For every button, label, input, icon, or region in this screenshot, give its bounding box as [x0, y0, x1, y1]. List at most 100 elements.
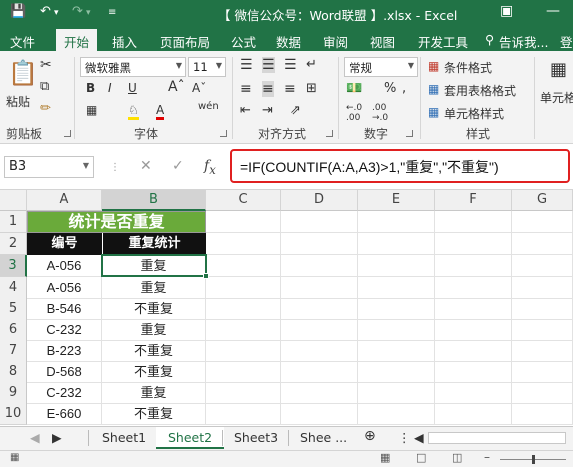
row-header[interactable]: 8: [0, 361, 27, 383]
paste-icon[interactable]: 📋: [8, 59, 38, 87]
table-cell[interactable]: [206, 277, 281, 299]
phonetic-icon[interactable]: wén: [198, 101, 219, 112]
table-cell[interactable]: [206, 403, 281, 425]
table-cell[interactable]: [206, 255, 281, 277]
table-cell[interactable]: [435, 382, 512, 404]
number-launcher-icon[interactable]: [406, 130, 413, 137]
shrink-font-icon[interactable]: Aˇ: [192, 81, 206, 95]
table-cell[interactable]: 重复: [102, 277, 206, 299]
column-header-b[interactable]: B: [102, 190, 206, 211]
header-cell-id[interactable]: 编号: [27, 233, 102, 255]
table-cell[interactable]: [206, 211, 281, 233]
zoom-out-icon[interactable]: –: [484, 450, 490, 464]
row-header[interactable]: 3: [0, 255, 27, 277]
undo-icon[interactable]: ↶: [40, 4, 51, 19]
table-cell[interactable]: [358, 403, 435, 425]
fill-color-icon[interactable]: ♘: [128, 103, 139, 120]
header-cell-duplicate[interactable]: 重复统计: [102, 233, 206, 255]
tab-file[interactable]: 文件: [10, 32, 35, 51]
name-box[interactable]: B3 ▼: [4, 156, 94, 178]
row-header[interactable]: 9: [0, 382, 27, 404]
table-cell[interactable]: [281, 340, 358, 362]
cell-styles-button[interactable]: 单元格样式: [444, 105, 504, 122]
align-center-icon[interactable]: ≡: [262, 81, 274, 97]
table-cell[interactable]: [358, 255, 435, 277]
merge-center-icon[interactable]: ⊞: [306, 81, 317, 96]
table-cell[interactable]: [435, 277, 512, 299]
table-cell[interactable]: [358, 233, 435, 255]
table-cell[interactable]: [281, 403, 358, 425]
table-cell[interactable]: [435, 298, 512, 320]
copy-icon[interactable]: ⧉: [40, 79, 49, 94]
table-cell[interactable]: [281, 211, 358, 233]
table-cell[interactable]: C-232: [27, 319, 102, 341]
table-title-cell[interactable]: 统计是否重复: [27, 211, 206, 233]
ribbon-display-icon[interactable]: ▣: [500, 3, 513, 19]
table-cell[interactable]: 重复: [102, 319, 206, 341]
tab-home[interactable]: 开始: [56, 29, 98, 51]
top-align-icon[interactable]: ☰: [240, 57, 253, 73]
table-cell[interactable]: [281, 298, 358, 320]
table-cell[interactable]: [281, 382, 358, 404]
format-as-table-button[interactable]: 套用表格格式: [444, 82, 516, 99]
font-launcher-icon[interactable]: [220, 130, 227, 137]
italic-icon[interactable]: I: [108, 81, 112, 95]
table-cell[interactable]: 不重复: [102, 340, 206, 362]
table-cell[interactable]: [435, 319, 512, 341]
table-cell[interactable]: [358, 211, 435, 233]
insert-function-icon[interactable]: fx: [204, 158, 216, 177]
cut-icon[interactable]: ✂: [40, 57, 52, 73]
column-header-g[interactable]: G: [512, 190, 573, 211]
formula-bar-handle-icon[interactable]: ⋮: [110, 162, 120, 173]
table-cell[interactable]: A-056: [27, 277, 102, 299]
font-size-combo[interactable]: 11 ▼: [188, 57, 226, 77]
table-cell[interactable]: D-568: [27, 361, 102, 383]
table-cell[interactable]: [512, 403, 573, 425]
row-header[interactable]: 2: [0, 233, 27, 255]
row-header[interactable]: 1: [0, 211, 27, 233]
save-icon[interactable]: 💾: [10, 4, 26, 19]
cells-label[interactable]: 单元格: [540, 89, 573, 106]
table-cell[interactable]: [435, 255, 512, 277]
table-cell[interactable]: [358, 340, 435, 362]
table-cell[interactable]: [435, 340, 512, 362]
table-cell[interactable]: E-660: [27, 403, 102, 425]
table-cell[interactable]: [435, 233, 512, 255]
table-cell[interactable]: 不重复: [102, 298, 206, 320]
sign-in-link[interactable]: 登: [560, 32, 573, 51]
table-cell[interactable]: [512, 319, 573, 341]
borders-icon[interactable]: ▦: [86, 103, 97, 117]
table-cell[interactable]: [358, 361, 435, 383]
page-layout-view-icon[interactable]: □: [416, 451, 426, 464]
bold-icon[interactable]: B: [86, 81, 95, 95]
macro-record-icon[interactable]: ▦: [10, 452, 19, 463]
tab-developer[interactable]: 开发工具: [418, 32, 468, 51]
row-header[interactable]: 5: [0, 298, 27, 320]
cancel-icon[interactable]: ✕: [140, 158, 152, 174]
sheet-tab-2[interactable]: Sheet2: [156, 427, 225, 449]
table-cell[interactable]: [512, 255, 573, 277]
table-cell[interactable]: [512, 361, 573, 383]
table-cell[interactable]: B-223: [27, 340, 102, 362]
table-cell[interactable]: C-232: [27, 382, 102, 404]
redo-dropdown-icon[interactable]: ▾: [86, 8, 91, 18]
sheet-tab-3[interactable]: Sheet3: [222, 427, 290, 449]
column-header-a[interactable]: A: [27, 190, 102, 211]
table-cell[interactable]: [281, 255, 358, 277]
percent-icon[interactable]: %: [384, 81, 396, 96]
format-painter-icon[interactable]: ✏: [40, 101, 51, 116]
table-cell[interactable]: [358, 319, 435, 341]
table-cell[interactable]: [358, 277, 435, 299]
table-cell[interactable]: [358, 298, 435, 320]
middle-align-icon[interactable]: ☰: [262, 57, 275, 73]
scroll-tabs-right-icon[interactable]: ▶: [40, 427, 74, 449]
table-cell[interactable]: [206, 361, 281, 383]
table-cell[interactable]: 不重复: [102, 403, 206, 425]
tab-data[interactable]: 数据: [276, 32, 301, 51]
font-color-icon[interactable]: A: [156, 103, 165, 120]
tell-me-search[interactable]: 告诉我...: [499, 32, 548, 51]
table-cell[interactable]: [512, 340, 573, 362]
table-cell[interactable]: A-056: [27, 255, 102, 277]
minimize-icon[interactable]: —: [546, 3, 560, 19]
page-break-view-icon[interactable]: ◫: [452, 451, 462, 464]
